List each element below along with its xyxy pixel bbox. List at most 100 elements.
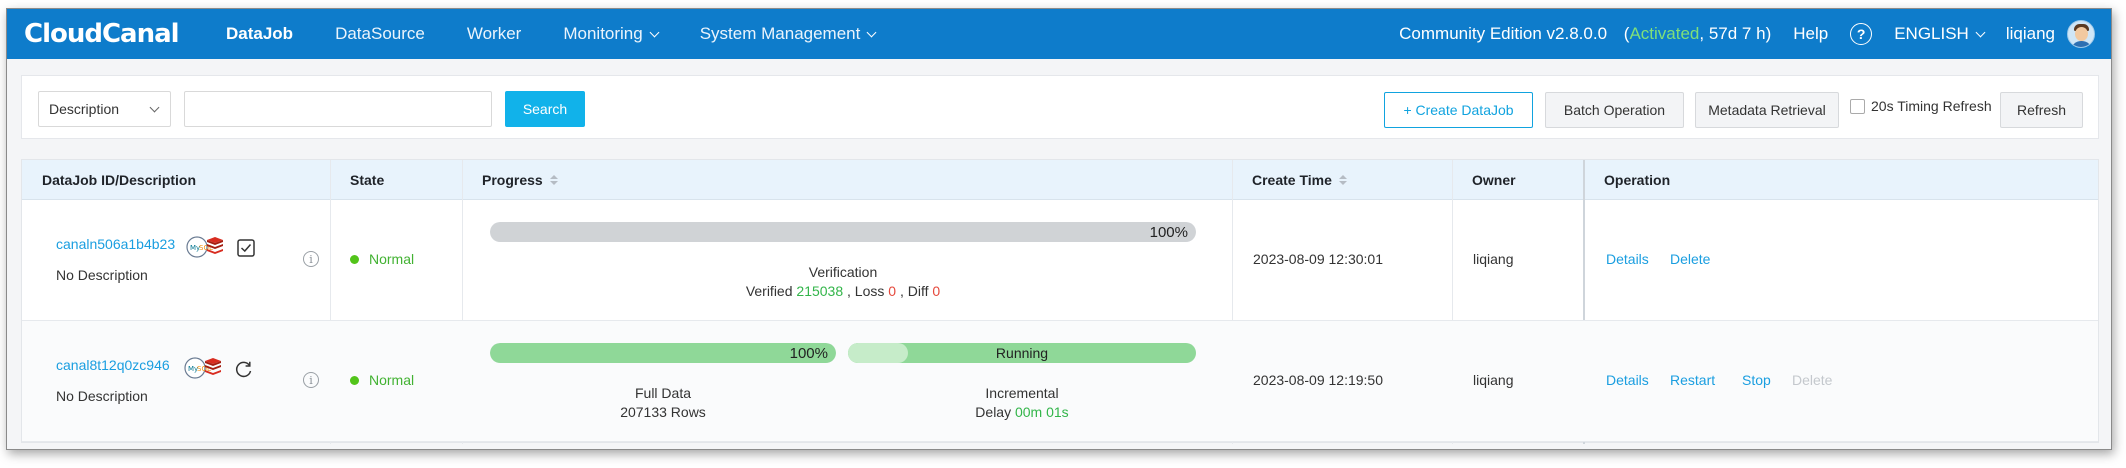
progress-percent: 100% bbox=[789, 344, 828, 362]
full-data-progress-bar: 100% bbox=[490, 343, 836, 363]
timing-refresh-checkbox[interactable] bbox=[1850, 98, 1865, 114]
column-header-state: State bbox=[330, 160, 462, 200]
filter-select-value: Description bbox=[49, 101, 120, 117]
delay-label: Delay bbox=[975, 404, 1015, 420]
verification-summary: Verified 215038 , Loss 0 , Diff 0 bbox=[490, 283, 1196, 299]
edition-label: Community Edition v2.8.0.0 bbox=[1399, 24, 1608, 43]
timing-refresh-label: 20s Timing Refresh bbox=[1871, 98, 1992, 114]
status-label: Normal bbox=[369, 372, 415, 388]
progress-bar: 100% bbox=[490, 222, 1196, 242]
column-header-create-time[interactable]: Create Time bbox=[1232, 160, 1452, 200]
column-header-owner: Owner bbox=[1452, 160, 1584, 200]
logo: CloudCanal bbox=[24, 19, 180, 49]
nav-item-datasource[interactable]: DataSource bbox=[335, 9, 425, 59]
avatar[interactable] bbox=[2067, 20, 2095, 48]
license-days: 57d 7 h bbox=[1708, 24, 1766, 43]
nav-item-worker[interactable]: Worker bbox=[467, 9, 521, 59]
progress-bar-fill bbox=[490, 222, 1196, 242]
nav-menu: DataJob DataSource Worker Monitoring Sys… bbox=[204, 9, 917, 59]
full-data-rows: 207133 Rows bbox=[620, 404, 706, 420]
status-badge: Normal bbox=[350, 372, 414, 388]
delay-value: 00m 01s bbox=[1014, 404, 1069, 420]
info-icon[interactable]: i bbox=[303, 251, 319, 267]
delete-link[interactable]: Delete bbox=[1670, 251, 1710, 267]
language-select[interactable]: ENGLISH bbox=[1894, 24, 1986, 44]
license-status: Activated bbox=[1629, 24, 1700, 43]
progress-stage: Verification bbox=[808, 264, 878, 280]
details-link[interactable]: Details bbox=[1606, 372, 1649, 388]
filter-select[interactable]: Description bbox=[38, 91, 171, 127]
details-link[interactable]: Details bbox=[1606, 251, 1649, 267]
chevron-down-icon bbox=[649, 27, 660, 37]
column-header-label: State bbox=[350, 172, 385, 188]
loss-label: , Loss bbox=[843, 283, 889, 299]
delete-link: Delete bbox=[1792, 372, 1833, 388]
verified-label: Verified bbox=[745, 283, 797, 299]
column-header-label: DataJob ID/Description bbox=[42, 172, 197, 188]
chevron-down-icon bbox=[149, 102, 160, 113]
search-button[interactable]: Search bbox=[505, 91, 585, 127]
incremental-delay: Delay 00m 01s bbox=[848, 404, 1196, 420]
nav-item-system-management[interactable]: System Management bbox=[699, 9, 877, 59]
refresh-button[interactable]: Refresh bbox=[2000, 92, 2083, 128]
sync-loop-icon bbox=[235, 361, 252, 378]
table-header: DataJob ID/Description State Progress Cr… bbox=[22, 160, 2098, 200]
license-close: ) bbox=[1765, 24, 1772, 43]
timing-refresh-toggle[interactable]: 20s Timing Refresh bbox=[1850, 98, 1992, 114]
progress-percent: 100% bbox=[1149, 223, 1188, 241]
license-info: Community Edition v2.8.0.0 (Activated, 5… bbox=[1399, 24, 1771, 44]
info-icon[interactable]: i bbox=[303, 372, 319, 388]
datajob-description: No Description bbox=[56, 267, 148, 283]
restart-link[interactable]: Restart bbox=[1670, 372, 1715, 388]
status-dot bbox=[350, 375, 359, 385]
top-nav: CloudCanal DataJob DataSource Worker Mon… bbox=[7, 9, 2111, 59]
column-header-id: DataJob ID/Description bbox=[22, 160, 330, 200]
language-label: ENGLISH bbox=[1894, 24, 1969, 43]
datajob-table: DataJob ID/Description State Progress Cr… bbox=[21, 159, 2099, 444]
verified-count: 215038 bbox=[796, 283, 844, 299]
status-label: Normal bbox=[369, 251, 415, 267]
diff-count: 0 bbox=[932, 283, 941, 299]
nav-item-label: Monitoring bbox=[563, 24, 643, 43]
chevron-down-icon bbox=[1975, 27, 1986, 37]
datajob-id-link[interactable]: canaln506a1b4b23 bbox=[56, 236, 175, 252]
nav-item-datajob[interactable]: DataJob bbox=[226, 9, 293, 59]
column-header-label: Progress bbox=[482, 172, 543, 188]
metadata-retrieval-button[interactable]: Metadata Retrieval bbox=[1695, 92, 1839, 128]
help-link[interactable]: Help bbox=[1793, 24, 1828, 44]
license-sep: , bbox=[1699, 24, 1709, 43]
progress-bar-fill bbox=[490, 343, 836, 363]
create-time: 2023-08-09 12:19:50 bbox=[1253, 372, 1383, 388]
nav-item-monitoring[interactable]: Monitoring bbox=[563, 9, 660, 59]
diff-label: , Diff bbox=[896, 283, 933, 299]
owner: liqiang bbox=[1473, 251, 1514, 267]
user-name[interactable]: liqiang bbox=[2006, 24, 2055, 44]
datajob-description: No Description bbox=[56, 388, 148, 404]
nav-item-label: Worker bbox=[466, 24, 522, 43]
full-data-stage: Full Data bbox=[634, 385, 692, 401]
avatar-body bbox=[2071, 41, 2092, 47]
stop-link[interactable]: Stop bbox=[1742, 372, 1771, 388]
incremental-stage: Incremental bbox=[985, 385, 1059, 401]
batch-operation-button[interactable]: Batch Operation bbox=[1545, 92, 1684, 128]
chevron-down-icon bbox=[866, 27, 877, 37]
nav-item-label: System Management bbox=[699, 24, 861, 43]
sort-icon[interactable] bbox=[549, 175, 558, 185]
column-header-label: Owner bbox=[1472, 172, 1516, 188]
create-time: 2023-08-09 12:30:01 bbox=[1253, 251, 1383, 267]
create-datajob-button[interactable]: + Create DataJob bbox=[1384, 92, 1533, 128]
mysql-to-redis-icon: My SQL bbox=[184, 357, 221, 379]
sort-icon[interactable] bbox=[1338, 175, 1347, 185]
app-window: CloudCanal DataJob DataSource Worker Mon… bbox=[6, 8, 2112, 450]
search-input[interactable] bbox=[184, 91, 492, 127]
toolbar: Description Search + Create DataJob Batc… bbox=[21, 75, 2099, 139]
nav-item-label: DataSource bbox=[335, 24, 425, 43]
nav-right: Community Edition v2.8.0.0 (Activated, 5… bbox=[1399, 9, 2111, 59]
checkbox-task-icon bbox=[237, 239, 255, 257]
datajob-id-link[interactable]: canal8t12q0zc946 bbox=[56, 357, 170, 373]
table-row: canal8t12q0zc946 No Description My SQL i… bbox=[22, 321, 2098, 442]
column-header-progress[interactable]: Progress bbox=[462, 160, 1232, 200]
mysql-to-redis-icon: My SQL bbox=[186, 236, 223, 258]
question-icon[interactable]: ? bbox=[1850, 23, 1873, 45]
incremental-status: Running bbox=[995, 345, 1049, 361]
